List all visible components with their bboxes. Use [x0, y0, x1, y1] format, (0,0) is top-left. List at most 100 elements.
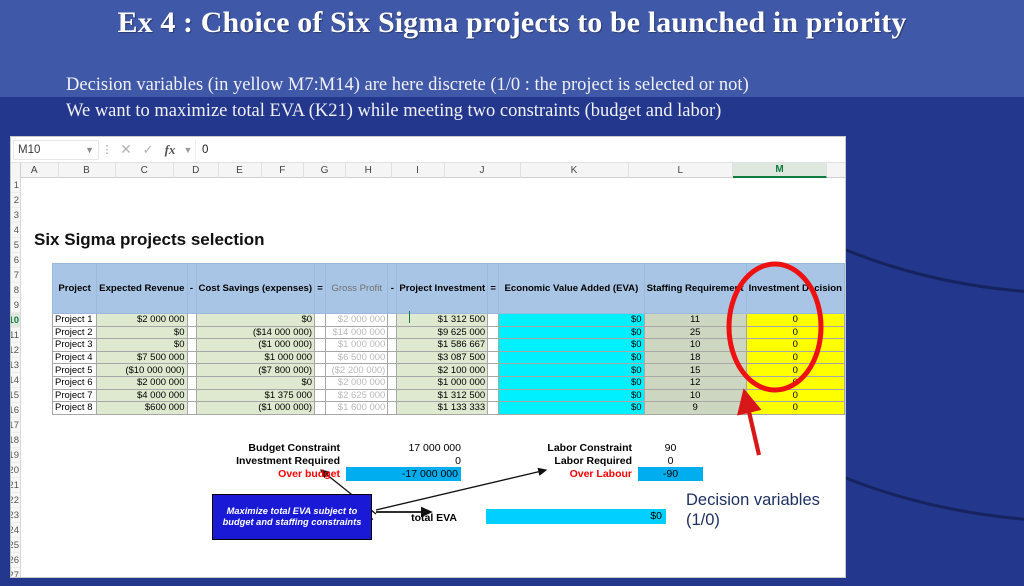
row-header-7[interactable]: 7 [11, 268, 20, 283]
column-header-f[interactable]: F [262, 163, 304, 178]
cell-op4[interactable] [487, 388, 500, 403]
cell-op4[interactable] [487, 401, 500, 415]
table-row[interactable]: Project 8 $600 000 ($1 000 000) $1 600 000 $… [51, 401, 845, 415]
cell-savings[interactable]: ($1 000 000) [195, 338, 316, 352]
cell-gross[interactable]: $1 000 000 [325, 338, 389, 352]
cell-op3[interactable] [387, 338, 398, 352]
cell-revenue[interactable]: ($10 000 000) [96, 363, 188, 377]
cell-op3[interactable] [387, 350, 398, 365]
table-row[interactable]: Project 1 $2 000 000 $0 $2 000 000 $1 312 50… [51, 313, 845, 327]
cell-op1[interactable] [186, 338, 197, 352]
cell-op1[interactable] [186, 401, 197, 415]
insert-function-icon[interactable]: fx [159, 142, 181, 158]
table-row[interactable]: Project 6 $2 000 000 $0 $2 000 000 $1 000 00… [51, 375, 845, 390]
cell-project[interactable]: Project 2 [51, 325, 98, 340]
cell-gross[interactable]: $1 600 000 [325, 401, 389, 415]
cell-revenue[interactable]: $7 500 000 [96, 350, 188, 365]
cell-op1[interactable] [186, 350, 197, 365]
cell-eva[interactable]: $0 [498, 401, 645, 415]
cell-project[interactable]: Project 6 [51, 375, 98, 390]
cell-gross[interactable]: ($2 200 000) [325, 363, 389, 377]
cell-project[interactable]: Project 7 [51, 388, 98, 403]
cell-investment[interactable]: $9 625 000 [396, 325, 489, 340]
row-header-3[interactable]: 3 [11, 208, 20, 223]
cell-staffing[interactable]: 18 [643, 350, 747, 365]
column-header-b[interactable]: B [59, 163, 116, 178]
row-header-5[interactable]: 5 [11, 238, 20, 253]
row-header-16[interactable]: 16 [11, 403, 20, 418]
name-box[interactable]: M10 ▼ [13, 139, 99, 160]
cell-project[interactable]: Project 8 [51, 401, 98, 415]
column-header-g[interactable]: G [304, 163, 346, 178]
cell-savings[interactable]: ($1 000 000) [195, 401, 316, 415]
cell-investment[interactable]: $2 100 000 [396, 363, 489, 377]
cell-staffing[interactable]: 11 [643, 313, 747, 327]
more-options-icon[interactable]: ⋮ [99, 144, 115, 155]
row-header-19[interactable]: 19 [11, 448, 20, 463]
cell-eva[interactable]: $0 [498, 325, 645, 340]
row-header-25[interactable]: 25 [11, 538, 20, 553]
row-header-27[interactable]: 27 [11, 568, 20, 578]
column-header-i[interactable]: I [392, 163, 445, 178]
cell-op4[interactable] [487, 350, 500, 365]
cell-investment[interactable]: $3 087 500 [396, 350, 489, 365]
column-header-d[interactable]: D [174, 163, 219, 178]
worksheet-area[interactable]: Six Sigma projects selection Project Exp… [21, 178, 845, 577]
cell-savings[interactable]: $1 000 000 [195, 350, 316, 365]
cell-gross[interactable]: $6 500 000 [325, 350, 389, 365]
cell-eva[interactable]: $0 [498, 313, 645, 327]
row-header-12[interactable]: 12 [11, 343, 20, 358]
cell-eva[interactable]: $0 [498, 388, 645, 403]
cell-investment[interactable]: $1 000 000 [396, 375, 489, 390]
column-header-l[interactable]: L [629, 163, 733, 178]
cell-op2[interactable] [314, 338, 327, 352]
table-row[interactable]: Project 5 ($10 000 000) ($7 800 000) ($2 20… [51, 363, 845, 377]
row-header-17[interactable]: 17 [11, 418, 20, 433]
cell-op1[interactable] [186, 363, 197, 377]
cell-op3[interactable] [387, 313, 398, 327]
accept-icon[interactable]: ✓ [137, 142, 159, 158]
row-header-11[interactable]: 11 [11, 328, 20, 343]
cell-eva[interactable]: $0 [498, 338, 645, 352]
cell-investment[interactable]: $1 312 500 [396, 388, 489, 403]
cell-investment[interactable]: $1 133 333 [396, 401, 489, 415]
cell-savings[interactable]: ($14 000 000) [195, 325, 316, 340]
row-header-10[interactable]: 10 [11, 313, 20, 328]
cell-decision[interactable]: 0 [745, 401, 845, 415]
cell-project[interactable]: Project 1 [51, 313, 98, 327]
row-header-1[interactable]: 1 [11, 178, 20, 193]
cell-op2[interactable] [314, 363, 327, 377]
cell-op3[interactable] [387, 401, 398, 415]
cell-revenue[interactable]: $0 [96, 338, 188, 352]
row-header-24[interactable]: 24 [11, 523, 20, 538]
cell-op2[interactable] [314, 313, 327, 327]
cell-op2[interactable] [314, 375, 327, 390]
cell-op1[interactable] [186, 325, 197, 340]
cell-eva[interactable]: $0 [498, 363, 645, 377]
cell-staffing[interactable]: 9 [643, 401, 747, 415]
cell-gross[interactable]: $2 000 000 [325, 375, 389, 390]
cell-op1[interactable] [186, 375, 197, 390]
cell-revenue[interactable]: $600 000 [96, 401, 188, 415]
cell-decision[interactable]: 0 [745, 363, 845, 377]
column-header-a[interactable]: A [11, 163, 59, 178]
cell-op3[interactable] [387, 363, 398, 377]
cell-op4[interactable] [487, 338, 500, 352]
cell-savings[interactable]: $0 [195, 313, 316, 327]
cell-staffing[interactable]: 10 [643, 338, 747, 352]
cell-op2[interactable] [314, 350, 327, 365]
cell-gross[interactable]: $14 000 000 [325, 325, 389, 340]
formula-input[interactable]: 0 [195, 139, 845, 160]
table-row[interactable]: Project 3 $0 ($1 000 000) $1 000 000 $1 586 … [51, 338, 845, 352]
row-header-13[interactable]: 13 [11, 358, 20, 373]
cell-op2[interactable] [314, 325, 327, 340]
row-header-14[interactable]: 14 [11, 373, 20, 388]
table-row[interactable]: Project 4 $7 500 000 $1 000 000 $6 500 000 $… [51, 350, 845, 365]
cell-op4[interactable] [487, 325, 500, 340]
row-header-15[interactable]: 15 [11, 388, 20, 403]
cell-op3[interactable] [387, 375, 398, 390]
cell-op3[interactable] [387, 325, 398, 340]
cell-decision[interactable]: 0 [745, 313, 845, 327]
cell-decision[interactable]: 0 [745, 350, 845, 365]
cell-op4[interactable] [487, 375, 500, 390]
